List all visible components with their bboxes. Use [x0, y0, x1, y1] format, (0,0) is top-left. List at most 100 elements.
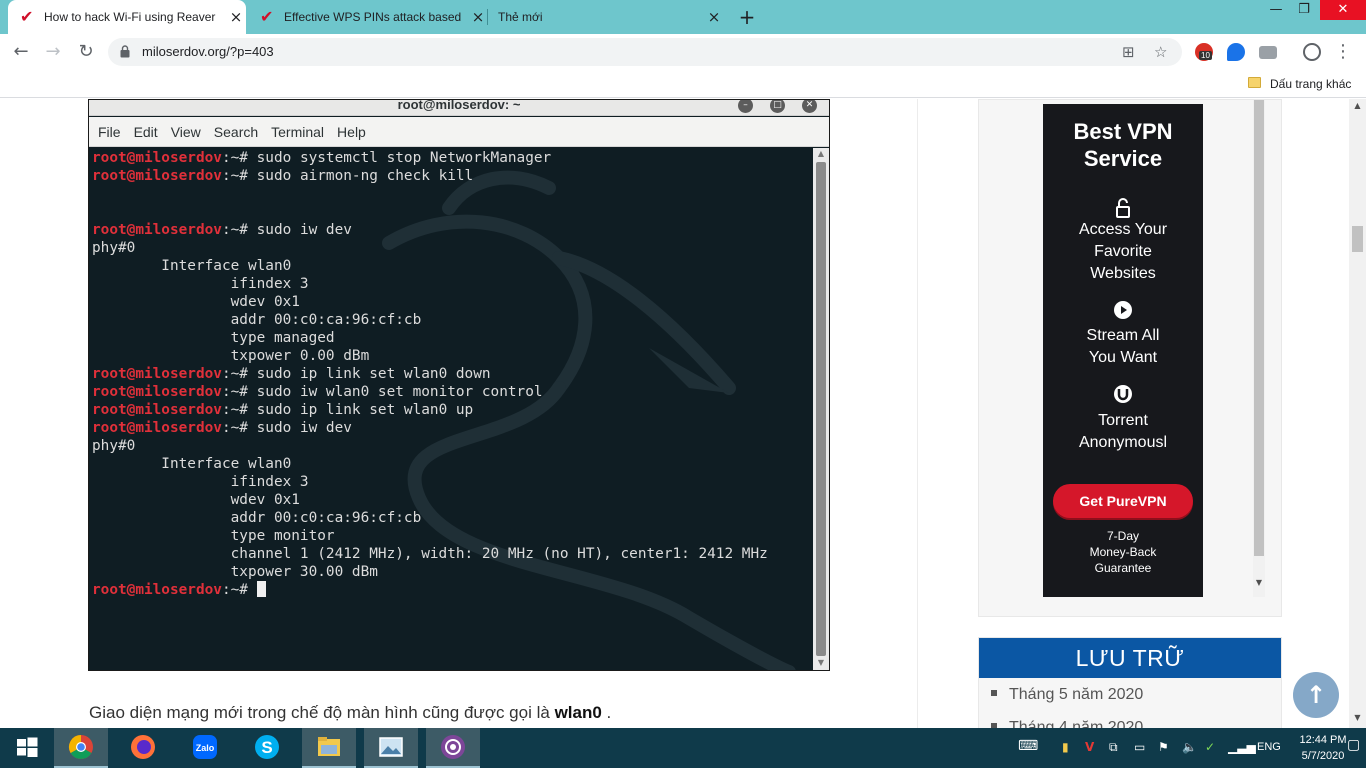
url-text: miloserdov.org/?p=403	[142, 44, 274, 59]
forward-button[interactable]: →	[41, 40, 65, 64]
camera-extension-icon[interactable]	[1259, 46, 1277, 59]
input-language[interactable]: ENG	[1257, 741, 1281, 753]
taskbar-chrome[interactable]	[54, 728, 108, 768]
taskbar-file-explorer[interactable]	[302, 728, 356, 768]
chat-extension-icon[interactable]	[1227, 43, 1245, 61]
ad-feature-stream: Stream All You Want	[1043, 325, 1203, 369]
tab-new[interactable]: Thẻ mới ×	[488, 0, 724, 34]
taskbar-tor-browser[interactable]	[426, 728, 480, 768]
profile-avatar-icon[interactable]	[1303, 43, 1321, 61]
notifications-icon[interactable]: ▢	[1347, 737, 1360, 753]
taskbar-skype[interactable]: S	[240, 728, 294, 768]
new-tab-button[interactable]: +	[736, 6, 758, 28]
flag-icon[interactable]: ⚑	[1158, 740, 1169, 754]
purevpn-ad[interactable]: Best VPN Service Access Your Favorite Websi…	[1043, 104, 1203, 597]
terminal-output-text: txpower 30.00 dBm	[92, 564, 378, 580]
page-scroll-down-icon[interactable]: ▼	[1349, 713, 1366, 722]
adblock-extension-icon[interactable]: 10	[1195, 43, 1213, 61]
ad-feature-torrent: Torrent Anonymousl	[1043, 410, 1203, 454]
archive-item[interactable]: Tháng 4 năm 2020	[991, 711, 1281, 728]
play-icon	[1114, 301, 1132, 319]
tab-wps[interactable]: ✔ Effective WPS PINs attack based ×	[248, 0, 488, 34]
prompt-path: :~#	[221, 168, 257, 184]
terminal-scrollbar: ▲ ▼	[813, 148, 829, 670]
reload-button[interactable]: ↻	[74, 40, 98, 64]
terminal-line: addr 00:c0:ca:96:cf:cb	[92, 311, 768, 329]
other-bookmarks-link[interactable]: Dấu trang khác	[1270, 77, 1351, 91]
volume-icon[interactable]: 🔈	[1182, 740, 1197, 754]
clock-time: 12:44 PM	[1299, 734, 1347, 746]
terminal-menu-edit: Edit	[133, 123, 158, 140]
ad-feature-torrent-line-2: Anonymousl	[1078, 434, 1168, 451]
terminal-line: phy#0	[92, 239, 768, 257]
terminal-menubar: File Edit View Search Terminal Help	[89, 117, 829, 147]
terminal-line: ifindex 3	[92, 473, 768, 491]
folder-icon	[318, 737, 340, 756]
terminal-output-text: type monitor	[92, 528, 335, 544]
terminal-output-text: wdev 0x1	[92, 492, 300, 508]
translate-icon[interactable]: ⊞	[1122, 43, 1135, 61]
page-scroll-up-icon[interactable]: ▲	[1349, 101, 1366, 110]
shield-tray-icon[interactable]: ▮	[1062, 740, 1069, 754]
terminal-line: ifindex 3	[92, 275, 768, 293]
svg-text:Zalo: Zalo	[196, 743, 215, 753]
ad-headline-line-1: Best VPN	[1073, 119, 1173, 144]
terminal-menu-file: File	[98, 123, 121, 140]
taskbar-zalo[interactable]: Zalo	[178, 728, 232, 768]
skype-icon: S	[255, 735, 279, 759]
v-tray-icon[interactable]: V	[1085, 740, 1094, 754]
prompt-path: :~#	[221, 222, 257, 238]
taskbar-firefox[interactable]	[116, 728, 170, 768]
keyboard-icon[interactable]: ⌨	[1018, 738, 1038, 754]
terminal-lines: root@miloserdov:~# sudo systemctl stop N…	[92, 149, 768, 599]
tab-strip: ✔ How to hack Wi-Fi using Reaver × ✔ Eff…	[0, 0, 1366, 34]
archive-item[interactable]: Tháng 5 năm 2020	[991, 678, 1281, 711]
ad-scroll-down-icon[interactable]: ▼	[1253, 578, 1265, 587]
windows-logo-icon	[17, 737, 38, 757]
ad-guarantee-line-3: Guarantee	[1094, 561, 1152, 575]
tab-reaver[interactable]: ✔ How to hack Wi-Fi using Reaver ×	[8, 0, 246, 34]
prompt-user: root@miloserdov	[92, 366, 222, 382]
chrome-icon	[68, 735, 93, 760]
prompt-path: :~#	[221, 420, 257, 436]
ad-scrollbar[interactable]: ▼	[1253, 100, 1265, 597]
start-button[interactable]	[0, 728, 54, 768]
network-adapter-icon[interactable]: ⧉	[1109, 740, 1118, 755]
taskbar-photos[interactable]	[364, 728, 418, 768]
terminal-command: sudo ip link set wlan0 down	[256, 366, 491, 382]
get-purevpn-button[interactable]: Get PureVPN	[1053, 484, 1193, 518]
terminal-output-text: wdev 0x1	[92, 294, 300, 310]
terminal-output-text: txpower 0.00 dBm	[92, 348, 370, 364]
page-scroll-thumb[interactable]	[1352, 226, 1363, 252]
page-scrollbar[interactable]: ▲ ▼	[1349, 99, 1366, 728]
prompt-path: :~#	[221, 150, 257, 166]
scroll-to-top-button[interactable]: ↑	[1293, 672, 1339, 718]
display-icon[interactable]: ▭	[1134, 740, 1145, 754]
terminal-line: addr 00:c0:ca:96:cf:cb	[92, 509, 768, 527]
sidebar-ad-widget: Best VPN Service Access Your Favorite Websi…	[978, 99, 1282, 617]
torrent-icon	[1114, 385, 1132, 403]
close-window-button[interactable]: ✕	[1320, 0, 1366, 20]
address-bar[interactable]: miloserdov.org/?p=403 ⊞ ☆	[108, 38, 1182, 66]
close-tab-icon[interactable]: ×	[704, 8, 724, 26]
close-tab-icon[interactable]: ×	[226, 8, 246, 26]
wifi-signal-icon[interactable]: ▁▃▅	[1228, 740, 1256, 754]
close-tab-icon[interactable]: ×	[468, 8, 488, 26]
ad-scroll-thumb[interactable]	[1254, 100, 1264, 556]
terminal-titlebar: root@miloserdov: ~ – □ ✕	[89, 100, 829, 116]
back-button[interactable]: ←	[9, 40, 33, 64]
terminal-output-text: addr 00:c0:ca:96:cf:cb	[92, 312, 422, 328]
web-page: root@miloserdov: ~ – □ ✕ File Edit View …	[0, 99, 1366, 728]
terminal-line: wdev 0x1	[92, 491, 768, 509]
minimize-button[interactable]: —	[1262, 0, 1290, 20]
system-clock[interactable]: 12:44 PM 5/7/2020	[1292, 732, 1354, 764]
menu-kebab-icon[interactable]: ⋮	[1331, 40, 1355, 64]
terminal-scroll-thumb	[816, 162, 826, 656]
security-icon[interactable]: ✓	[1205, 740, 1215, 754]
windows-taskbar: Zalo S ⌨ ▮ V ⧉ ▭ ⚑ 🔈 ✓ ▁▃▅ ENG 12:44 PM	[0, 728, 1366, 768]
restore-button[interactable]: ❐	[1290, 0, 1318, 20]
terminal-line: root@miloserdov:~# sudo systemctl stop N…	[92, 149, 768, 167]
prompt-user: root@miloserdov	[92, 582, 222, 598]
bookmark-star-icon[interactable]: ☆	[1154, 43, 1167, 61]
ad-feature-stream-line-1: Stream All	[1086, 327, 1160, 344]
